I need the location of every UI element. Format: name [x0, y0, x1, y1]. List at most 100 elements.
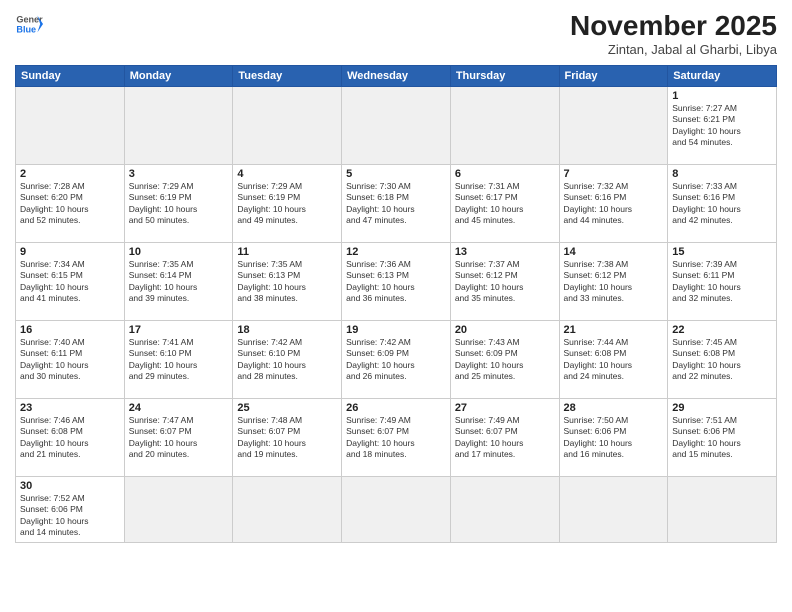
day-number: 22 [672, 324, 772, 336]
calendar-cell [342, 477, 451, 543]
day-info: Sunrise: 7:39 AM Sunset: 6:11 PM Dayligh… [672, 259, 772, 305]
day-number: 20 [455, 324, 555, 336]
day-info: Sunrise: 7:46 AM Sunset: 6:08 PM Dayligh… [20, 415, 120, 461]
day-info: Sunrise: 7:27 AM Sunset: 6:21 PM Dayligh… [672, 103, 772, 149]
day-info: Sunrise: 7:44 AM Sunset: 6:08 PM Dayligh… [564, 337, 664, 383]
day-info: Sunrise: 7:37 AM Sunset: 6:12 PM Dayligh… [455, 259, 555, 305]
day-info: Sunrise: 7:45 AM Sunset: 6:08 PM Dayligh… [672, 337, 772, 383]
calendar-cell: 5Sunrise: 7:30 AM Sunset: 6:18 PM Daylig… [342, 165, 451, 243]
day-info: Sunrise: 7:31 AM Sunset: 6:17 PM Dayligh… [455, 181, 555, 227]
day-number: 26 [346, 402, 446, 414]
calendar-cell: 27Sunrise: 7:49 AM Sunset: 6:07 PM Dayli… [450, 399, 559, 477]
day-number: 17 [129, 324, 229, 336]
day-number: 25 [237, 402, 337, 414]
calendar-page: General Blue November 2025 Zintan, Jabal… [0, 0, 792, 612]
day-number: 8 [672, 168, 772, 180]
day-header-tuesday: Tuesday [233, 66, 342, 87]
day-number: 2 [20, 168, 120, 180]
logo-icon: General Blue [15, 10, 43, 38]
day-number: 15 [672, 246, 772, 258]
header: General Blue November 2025 Zintan, Jabal… [15, 10, 777, 57]
calendar-week-1: 1Sunrise: 7:27 AM Sunset: 6:21 PM Daylig… [16, 87, 777, 165]
day-number: 21 [564, 324, 664, 336]
day-info: Sunrise: 7:43 AM Sunset: 6:09 PM Dayligh… [455, 337, 555, 383]
svg-text:Blue: Blue [16, 24, 36, 34]
day-info: Sunrise: 7:49 AM Sunset: 6:07 PM Dayligh… [455, 415, 555, 461]
day-header-saturday: Saturday [668, 66, 777, 87]
calendar-cell: 8Sunrise: 7:33 AM Sunset: 6:16 PM Daylig… [668, 165, 777, 243]
calendar-cell: 3Sunrise: 7:29 AM Sunset: 6:19 PM Daylig… [124, 165, 233, 243]
day-number: 18 [237, 324, 337, 336]
day-info: Sunrise: 7:41 AM Sunset: 6:10 PM Dayligh… [129, 337, 229, 383]
day-number: 30 [20, 480, 120, 492]
calendar-cell: 30Sunrise: 7:52 AM Sunset: 6:06 PM Dayli… [16, 477, 125, 543]
day-header-sunday: Sunday [16, 66, 125, 87]
calendar-cell: 12Sunrise: 7:36 AM Sunset: 6:13 PM Dayli… [342, 243, 451, 321]
calendar-week-3: 9Sunrise: 7:34 AM Sunset: 6:15 PM Daylig… [16, 243, 777, 321]
calendar-cell [450, 477, 559, 543]
calendar-cell [233, 87, 342, 165]
day-number: 24 [129, 402, 229, 414]
day-header-monday: Monday [124, 66, 233, 87]
calendar-cell: 15Sunrise: 7:39 AM Sunset: 6:11 PM Dayli… [668, 243, 777, 321]
calendar-cell: 16Sunrise: 7:40 AM Sunset: 6:11 PM Dayli… [16, 321, 125, 399]
day-info: Sunrise: 7:35 AM Sunset: 6:13 PM Dayligh… [237, 259, 337, 305]
day-info: Sunrise: 7:50 AM Sunset: 6:06 PM Dayligh… [564, 415, 664, 461]
day-info: Sunrise: 7:36 AM Sunset: 6:13 PM Dayligh… [346, 259, 446, 305]
calendar-cell: 25Sunrise: 7:48 AM Sunset: 6:07 PM Dayli… [233, 399, 342, 477]
calendar-week-2: 2Sunrise: 7:28 AM Sunset: 6:20 PM Daylig… [16, 165, 777, 243]
calendar-cell: 7Sunrise: 7:32 AM Sunset: 6:16 PM Daylig… [559, 165, 668, 243]
calendar-week-4: 16Sunrise: 7:40 AM Sunset: 6:11 PM Dayli… [16, 321, 777, 399]
day-header-thursday: Thursday [450, 66, 559, 87]
calendar-table: SundayMondayTuesdayWednesdayThursdayFrid… [15, 65, 777, 543]
day-header-wednesday: Wednesday [342, 66, 451, 87]
logo: General Blue [15, 10, 45, 38]
day-info: Sunrise: 7:28 AM Sunset: 6:20 PM Dayligh… [20, 181, 120, 227]
day-number: 9 [20, 246, 120, 258]
day-number: 27 [455, 402, 555, 414]
location: Zintan, Jabal al Gharbi, Libya [570, 42, 777, 57]
calendar-cell [124, 477, 233, 543]
day-info: Sunrise: 7:34 AM Sunset: 6:15 PM Dayligh… [20, 259, 120, 305]
day-number: 6 [455, 168, 555, 180]
calendar-cell: 13Sunrise: 7:37 AM Sunset: 6:12 PM Dayli… [450, 243, 559, 321]
calendar-week-6: 30Sunrise: 7:52 AM Sunset: 6:06 PM Dayli… [16, 477, 777, 543]
title-block: November 2025 Zintan, Jabal al Gharbi, L… [570, 10, 777, 57]
calendar-cell: 6Sunrise: 7:31 AM Sunset: 6:17 PM Daylig… [450, 165, 559, 243]
calendar-cell [16, 87, 125, 165]
day-info: Sunrise: 7:42 AM Sunset: 6:09 PM Dayligh… [346, 337, 446, 383]
day-number: 12 [346, 246, 446, 258]
day-info: Sunrise: 7:48 AM Sunset: 6:07 PM Dayligh… [237, 415, 337, 461]
calendar-cell [342, 87, 451, 165]
calendar-cell: 23Sunrise: 7:46 AM Sunset: 6:08 PM Dayli… [16, 399, 125, 477]
calendar-cell: 4Sunrise: 7:29 AM Sunset: 6:19 PM Daylig… [233, 165, 342, 243]
day-info: Sunrise: 7:33 AM Sunset: 6:16 PM Dayligh… [672, 181, 772, 227]
day-info: Sunrise: 7:29 AM Sunset: 6:19 PM Dayligh… [129, 181, 229, 227]
calendar-cell [668, 477, 777, 543]
day-info: Sunrise: 7:49 AM Sunset: 6:07 PM Dayligh… [346, 415, 446, 461]
calendar-cell [233, 477, 342, 543]
calendar-cell: 20Sunrise: 7:43 AM Sunset: 6:09 PM Dayli… [450, 321, 559, 399]
calendar-cell: 17Sunrise: 7:41 AM Sunset: 6:10 PM Dayli… [124, 321, 233, 399]
day-number: 19 [346, 324, 446, 336]
calendar-cell: 22Sunrise: 7:45 AM Sunset: 6:08 PM Dayli… [668, 321, 777, 399]
day-info: Sunrise: 7:38 AM Sunset: 6:12 PM Dayligh… [564, 259, 664, 305]
day-number: 29 [672, 402, 772, 414]
calendar-cell: 9Sunrise: 7:34 AM Sunset: 6:15 PM Daylig… [16, 243, 125, 321]
calendar-cell: 18Sunrise: 7:42 AM Sunset: 6:10 PM Dayli… [233, 321, 342, 399]
day-info: Sunrise: 7:47 AM Sunset: 6:07 PM Dayligh… [129, 415, 229, 461]
calendar-cell [124, 87, 233, 165]
calendar-cell: 24Sunrise: 7:47 AM Sunset: 6:07 PM Dayli… [124, 399, 233, 477]
calendar-cell [559, 477, 668, 543]
calendar-cell [559, 87, 668, 165]
day-info: Sunrise: 7:30 AM Sunset: 6:18 PM Dayligh… [346, 181, 446, 227]
day-number: 23 [20, 402, 120, 414]
calendar-cell: 1Sunrise: 7:27 AM Sunset: 6:21 PM Daylig… [668, 87, 777, 165]
day-info: Sunrise: 7:51 AM Sunset: 6:06 PM Dayligh… [672, 415, 772, 461]
day-number: 10 [129, 246, 229, 258]
day-number: 4 [237, 168, 337, 180]
day-info: Sunrise: 7:40 AM Sunset: 6:11 PM Dayligh… [20, 337, 120, 383]
day-number: 16 [20, 324, 120, 336]
calendar-cell: 11Sunrise: 7:35 AM Sunset: 6:13 PM Dayli… [233, 243, 342, 321]
day-number: 13 [455, 246, 555, 258]
